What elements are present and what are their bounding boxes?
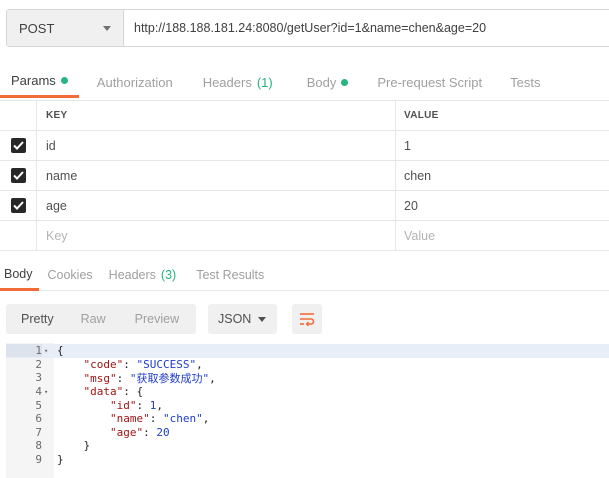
- line-number: 9: [35, 453, 42, 467]
- tab-body[interactable]: Body: [307, 66, 349, 98]
- line-number: 8: [35, 439, 42, 453]
- header-check-cell: [0, 101, 37, 130]
- tab-params-label: Params: [11, 73, 56, 88]
- tab-body-label: Body: [306, 74, 337, 90]
- wrap-lines-icon: [300, 313, 315, 326]
- fold-toggle-icon[interactable]: ▾: [42, 347, 54, 355]
- tab-params[interactable]: Params: [0, 66, 79, 98]
- raw-button[interactable]: Raw: [81, 304, 106, 334]
- checkbox[interactable]: [10, 168, 26, 183]
- code-line: 3 "msg": "获取参数成功",: [6, 371, 609, 385]
- tab-tests[interactable]: Tests: [510, 66, 540, 98]
- tab-test-results-label: Test Results: [196, 268, 265, 282]
- key-column-header: KEY: [37, 101, 396, 130]
- tab-headers-label: Headers: [202, 74, 252, 90]
- table-row: name chen: [0, 161, 609, 191]
- code-line: 6 "name": "chen",: [6, 412, 609, 426]
- tab-response-headers-label: Headers: [108, 268, 156, 282]
- line-number: 4: [35, 385, 42, 399]
- line-number: 1: [6, 344, 42, 358]
- line-number: 3: [35, 371, 42, 385]
- param-key[interactable]: age: [37, 191, 396, 220]
- code-line: 9}: [6, 453, 609, 467]
- response-toolbar: Pretty Raw Preview JSON: [6, 304, 322, 334]
- tab-response-headers-count: (3): [160, 268, 177, 282]
- view-mode-segment: Pretty Raw Preview: [6, 304, 196, 334]
- code-text: "name": "chen",: [109, 412, 210, 426]
- checkmark-icon: [12, 171, 24, 180]
- tab-cookies-label: Cookies: [47, 268, 93, 282]
- code-text: "msg": "获取参数成功",: [83, 371, 216, 385]
- tab-authorization[interactable]: Authorization: [97, 66, 173, 98]
- code-text: }: [57, 439, 91, 453]
- tab-authorization-label: Authorization: [96, 74, 173, 90]
- checkbox[interactable]: [10, 138, 26, 153]
- tab-response-body[interactable]: Body: [0, 259, 39, 291]
- param-key[interactable]: name: [37, 161, 396, 190]
- new-key-input[interactable]: Key: [37, 221, 396, 250]
- checkmark-icon: [12, 201, 24, 210]
- row-checkbox-cell: [0, 221, 37, 250]
- line-number: 2: [35, 357, 42, 371]
- wrap-lines-button[interactable]: [292, 304, 322, 334]
- code-text: "code": "SUCCESS",: [83, 357, 203, 371]
- tab-cookies[interactable]: Cookies: [48, 259, 93, 291]
- code-line: 1 ▾{: [6, 344, 609, 358]
- tab-prerequest-script[interactable]: Pre-request Script: [377, 66, 482, 98]
- chevron-down-icon: [258, 316, 266, 322]
- table-row-new: Key Value: [0, 221, 609, 251]
- checkmark-icon: [12, 141, 24, 150]
- row-checkbox-cell: [0, 191, 37, 220]
- request-bar: POST http://188.188.181.24:8080/getUser?…: [6, 9, 609, 47]
- tab-tests-label: Tests: [510, 74, 541, 90]
- tab-response-body-label: Body: [4, 266, 33, 281]
- checkbox[interactable]: [10, 198, 26, 213]
- pretty-button[interactable]: Pretty: [6, 304, 54, 334]
- tab-headers-count: (1): [256, 74, 273, 90]
- row-checkbox-cell: [0, 131, 37, 160]
- preview-button[interactable]: Preview: [135, 304, 179, 334]
- code-line: 5 "id": 1,: [6, 398, 609, 412]
- code-text: "id": 1,: [109, 398, 163, 412]
- response-tabs: Body Cookies Headers (3) Test Results: [0, 259, 609, 291]
- format-select[interactable]: JSON: [208, 304, 277, 334]
- param-value[interactable]: 20: [396, 191, 609, 220]
- tab-prerequest-label: Pre-request Script: [377, 74, 483, 90]
- params-table: KEY VALUE id 1 name chen age 20 Key Valu…: [0, 100, 609, 251]
- line-number: 7: [35, 425, 42, 439]
- code-line: 7 "age": 20: [6, 426, 609, 440]
- status-dot-icon: [60, 77, 68, 84]
- response-body-editor[interactable]: 1 ▾{2 "code": "SUCCESS", 3 "msg": "获取参数成功"…: [6, 343, 609, 478]
- status-dot-icon: [341, 78, 349, 86]
- fold-toggle-icon[interactable]: ▾: [42, 388, 54, 396]
- value-column-header: VALUE: [404, 110, 439, 121]
- line-number: 5: [35, 398, 42, 412]
- chevron-down-icon: [103, 25, 111, 31]
- code-line: 4 ▾ "data": {: [6, 385, 609, 399]
- table-row: id 1: [0, 131, 609, 161]
- url-input[interactable]: http://188.188.181.24:8080/getUser?id=1&…: [124, 10, 609, 46]
- new-value-input[interactable]: Value: [396, 221, 609, 250]
- tab-response-headers[interactable]: Headers (3): [109, 259, 177, 291]
- code-text: {: [57, 344, 64, 358]
- line-number: 6: [35, 412, 42, 426]
- params-header-row: KEY VALUE: [0, 101, 609, 131]
- table-row: age 20: [0, 191, 609, 221]
- method-label: POST: [19, 20, 55, 36]
- param-value[interactable]: chen: [396, 161, 609, 190]
- request-tabs: Params Authorization Headers (1) Body Pr…: [0, 66, 609, 98]
- param-value[interactable]: 1: [396, 131, 609, 160]
- method-select[interactable]: POST: [7, 10, 124, 46]
- format-label: JSON: [218, 312, 252, 326]
- param-key[interactable]: id: [37, 131, 396, 160]
- tab-headers[interactable]: Headers (1): [203, 66, 273, 98]
- tab-test-results[interactable]: Test Results: [196, 259, 264, 291]
- code-text: "age": 20: [109, 425, 170, 439]
- row-checkbox-cell: [0, 161, 37, 190]
- code-line: 8 }: [6, 439, 609, 453]
- code-text: "data": {: [83, 385, 144, 399]
- code-text: }: [57, 453, 64, 467]
